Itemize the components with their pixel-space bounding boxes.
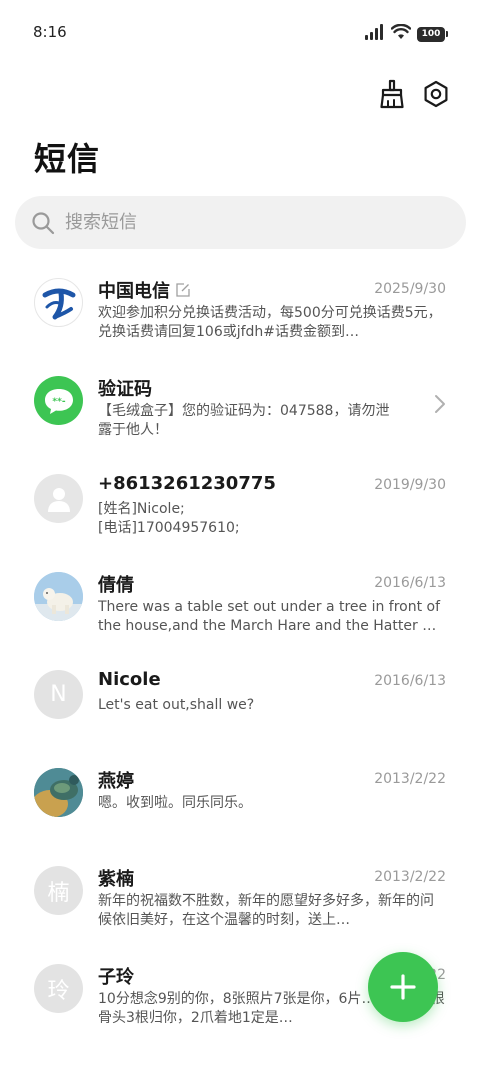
conversation-name: 紫楠 — [98, 869, 134, 890]
person-avatar — [34, 474, 83, 523]
battery-level: 100 — [417, 26, 445, 42]
conversation-item[interactable]: 楠 紫楠 2013/2/22 新年的祝福数不胜数，新年的愿望好多好多，新年的问候… — [0, 858, 480, 956]
initial-avatar: 楠 — [34, 866, 83, 915]
svg-text:**-: **- — [52, 397, 65, 407]
conversation-item[interactable]: +8613261230775 2019/9/30 [姓名]Nicole; [电话… — [0, 466, 480, 564]
top-actions — [378, 78, 450, 110]
initial-avatar: 玲 — [34, 964, 83, 1013]
status-icons: 100 — [365, 23, 448, 44]
telecom-logo-avatar — [34, 278, 83, 327]
conversation-preview: 新年的祝福数不胜数，新年的愿望好多好多，新年的问候依旧美好，在这个温馨的时刻，送… — [98, 893, 434, 928]
wifi-icon — [390, 23, 412, 44]
chevron-right-icon — [435, 395, 445, 413]
person-icon — [47, 487, 70, 512]
conversation-date: 2016/6/13 — [374, 673, 446, 689]
conversation-date: 2013/2/22 — [374, 869, 446, 885]
edit-icon — [176, 283, 190, 297]
conversation-preview: 欢迎参加积分兑换话费活动，每500分可兑换话费5元，兑换话费请回复106或jfd… — [98, 305, 442, 340]
status-bar: 8:16 100 — [0, 0, 480, 66]
search-bar[interactable] — [15, 196, 466, 249]
chat-bubble-avatar: **- — [34, 376, 83, 425]
conversation-name: 子玲 — [98, 967, 134, 988]
conversation-preview: There was a table set out under a tree i… — [98, 599, 443, 634]
conversation-name: 中国电信 — [98, 277, 190, 303]
broom-icon — [380, 79, 404, 109]
conversation-item[interactable]: N Nicole 2016/6/13 Let's eat out,shall w… — [0, 662, 480, 760]
polar-bear-photo — [34, 572, 83, 621]
conversation-date: 2019/9/30 — [374, 477, 446, 493]
battery-icon: 100 — [417, 26, 448, 42]
conversation-date: 2025/9/30 — [374, 281, 446, 297]
page-title: 短信 — [34, 140, 101, 178]
conversation-item[interactable]: **- 验证码 【毛绒盒子】您的验证码为：047588，请勿泄露于他人！ — [0, 368, 480, 466]
conversation-preview: Let's eat out,shall we? — [98, 697, 255, 713]
turtle-avatar — [34, 768, 83, 817]
clean-button[interactable] — [378, 78, 406, 110]
conversation-preview: 嗯。收到啦。同乐同乐。 — [98, 795, 252, 811]
conversation-date: 2016/6/13 — [374, 575, 446, 591]
initial-avatar: N — [34, 670, 83, 719]
gear-icon — [424, 80, 448, 108]
conversation-list: 中国电信 2025/9/30 欢迎参加积分兑换话费活动，每500分可兑换话费5元… — [0, 270, 480, 1054]
conversation-preview: 【毛绒盒子】您的验证码为：047588，请勿泄露于他人！ — [98, 403, 390, 438]
conversation-name: +8613261230775 — [98, 473, 276, 494]
conversation-preview: [姓名]Nicole; [电话]17004957610; — [98, 501, 240, 536]
polar-bear-avatar — [34, 572, 83, 621]
search-icon — [32, 211, 55, 234]
conversation-item[interactable]: 中国电信 2025/9/30 欢迎参加积分兑换话费活动，每500分可兑换话费5元… — [0, 270, 480, 368]
new-message-button[interactable] — [368, 952, 438, 1022]
conversation-name: 燕婷 — [98, 771, 134, 792]
conversation-item[interactable]: 燕婷 2013/2/22 嗯。收到啦。同乐同乐。 — [0, 760, 480, 858]
conversation-item[interactable]: 倩倩 2016/6/13 There was a table set out u… — [0, 564, 480, 662]
conversation-name: Nicole — [98, 669, 161, 690]
conversation-name: 验证码 — [98, 379, 152, 400]
plus-icon — [390, 974, 416, 1000]
search-input[interactable] — [65, 212, 425, 233]
signal-icon — [365, 24, 385, 44]
chat-bubble-icon: **- — [44, 388, 73, 414]
status-time: 8:16 — [33, 23, 67, 41]
conversation-date: 2013/2/22 — [374, 771, 446, 787]
settings-button[interactable] — [422, 78, 450, 110]
conversation-name: 倩倩 — [98, 575, 134, 596]
turtle-photo — [34, 768, 83, 817]
